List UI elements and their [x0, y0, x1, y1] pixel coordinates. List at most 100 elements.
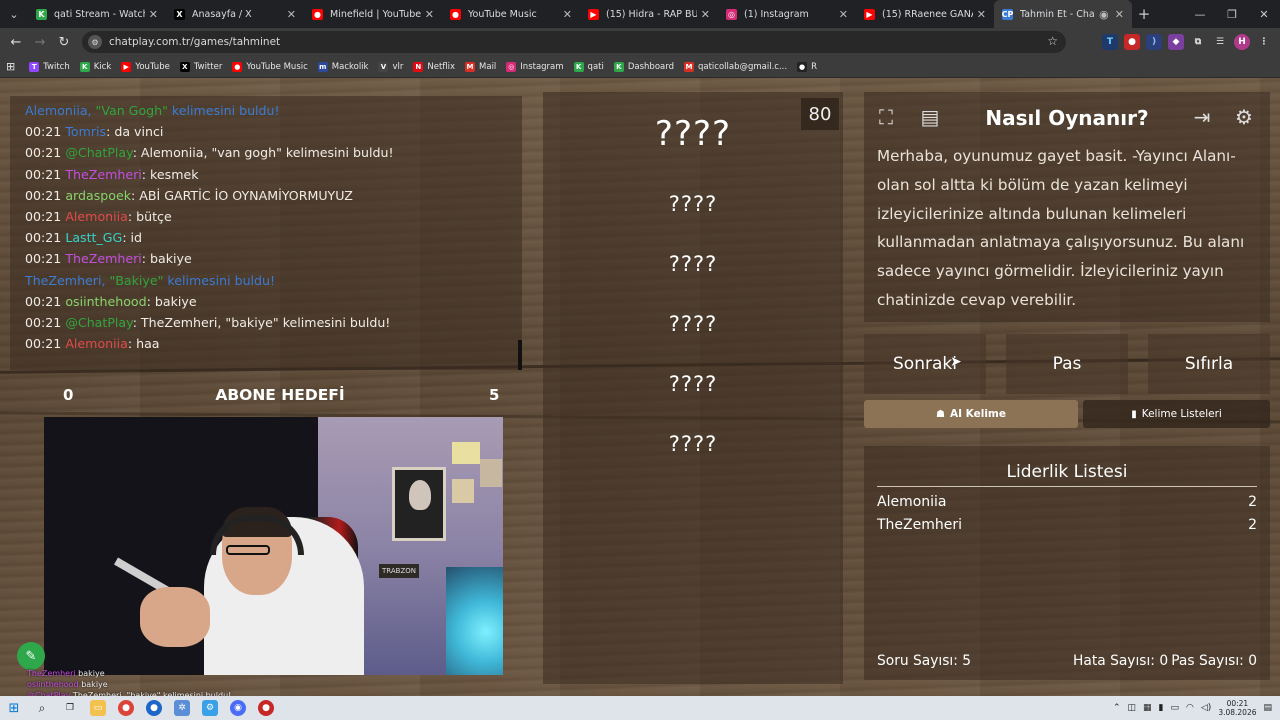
chat-username[interactable]: Tomris — [65, 124, 106, 139]
browser-menu-icon[interactable]: ⋮ — [1256, 34, 1272, 50]
tab-search-icon[interactable]: ⌄ — [0, 0, 28, 28]
app-blue-icon[interactable]: ● — [146, 700, 162, 716]
system-message-word: "Van Gogh" — [95, 103, 168, 118]
pen-icon[interactable]: ✎ — [17, 642, 45, 670]
tab-close-icon[interactable]: ✕ — [701, 8, 710, 21]
leaderboard-row: Alemoniia 2 — [877, 494, 1257, 510]
chat-username[interactable]: @ChatPlay — [65, 315, 132, 330]
restore-icon[interactable]: ❐ — [1216, 0, 1248, 28]
purple-extension-icon[interactable]: ◆ — [1168, 34, 1184, 50]
reset-button[interactable]: Sıfırla — [1148, 334, 1270, 394]
tray-network-icon[interactable]: ▦ — [1143, 703, 1152, 713]
browser-tab[interactable]: Kqati Stream - Watch Live ✕ — [28, 0, 166, 28]
profile-avatar[interactable]: H — [1234, 34, 1250, 50]
media-icon[interactable]: ◉ — [1099, 8, 1109, 21]
tab-close-icon[interactable]: ✕ — [977, 8, 986, 21]
bookmark-item[interactable]: N Netflix — [413, 61, 455, 72]
settings-gear-icon[interactable]: ⚙ — [1228, 102, 1260, 132]
apps-grid-icon[interactable]: ⊞ — [6, 60, 15, 73]
chat-username[interactable]: TheZemheri — [65, 251, 141, 266]
browser-tab[interactable]: ● Minefield | YouTube M ✕ — [304, 0, 442, 28]
bookmark-item[interactable]: ● R — [797, 61, 817, 72]
wave-extension-icon[interactable]: ) — [1146, 34, 1162, 50]
bookmark-item[interactable]: K Dashboard — [613, 61, 674, 72]
battery-icon[interactable]: ▭ — [1171, 703, 1180, 713]
chat-username[interactable]: TheZemheri — [65, 167, 141, 182]
leaderboard-name: TheZemheri — [877, 517, 963, 533]
chat-scrollbar[interactable] — [518, 340, 522, 370]
bookmark-item[interactable]: ▶ YouTube — [121, 61, 170, 72]
bookmark-item[interactable]: Mqaticollab@gmail.c... — [683, 61, 788, 72]
browser-tab[interactable]: ● YouTube Music ✕ — [442, 0, 580, 28]
back-icon[interactable]: ← — [4, 28, 28, 56]
windows-start-icon[interactable]: ⊞ — [6, 700, 22, 716]
tab-close-icon[interactable]: ✕ — [287, 8, 296, 21]
search-icon[interactable]: ⌕ — [34, 700, 50, 716]
tray-chevron-icon[interactable]: ⌃ — [1113, 703, 1121, 713]
bookmark-item[interactable]: Vvlr — [378, 61, 403, 72]
task-view-icon[interactable]: ❐ — [62, 700, 78, 716]
bookmark-label: qaticollab@gmail.c... — [697, 61, 788, 72]
bookmark-item[interactable]: T Twitch — [29, 61, 70, 72]
volume-icon[interactable]: ◁) — [1201, 703, 1211, 713]
tab-close-icon[interactable]: ✕ — [149, 8, 158, 21]
translate-extension-icon[interactable]: T — [1102, 34, 1118, 50]
bookmark-item[interactable]: m Mackolik — [317, 61, 368, 72]
bookmark-favicon-icon: ◎ — [506, 61, 517, 72]
app-gear-icon[interactable]: ⚙ — [202, 700, 218, 716]
bookmark-item[interactable]: Kqati — [573, 61, 604, 72]
bookmark-item[interactable]: ◎ Instagram — [506, 61, 564, 72]
address-bar[interactable]: ⚙ chatplay.com.tr/games/tahminet ☆ — [82, 31, 1066, 53]
reading-list-icon[interactable]: ☰ — [1212, 34, 1228, 50]
chat-username[interactable]: ardaspoek — [65, 188, 131, 203]
ai-word-button[interactable]: ☗ AI Kelime — [864, 400, 1078, 428]
chat-text: : haa — [127, 336, 160, 352]
system-message-text: kelimesini buldu! — [163, 272, 276, 288]
bookmark-item[interactable]: X Twitter — [179, 61, 222, 72]
chat-username[interactable]: osiinthehood — [65, 294, 146, 309]
chrome-icon[interactable]: ● — [118, 700, 134, 716]
notifications-icon[interactable]: ▤ — [1263, 703, 1272, 713]
bookmark-item[interactable]: K Kick — [79, 61, 111, 72]
forward-icon[interactable]: → — [28, 28, 52, 56]
tray-app-icon[interactable]: ◫ — [1128, 703, 1137, 713]
tab-close-icon[interactable]: ✕ — [563, 8, 572, 21]
tab-close-icon[interactable]: ✕ — [1115, 8, 1124, 21]
chat-username[interactable]: @ChatPlay — [65, 145, 132, 160]
browser-tab[interactable]: CP Tahmin Et - ChatPlay ◉ ✕ — [994, 0, 1132, 28]
bookmark-item[interactable]: ● YouTube Music — [232, 61, 308, 72]
browser-tab[interactable]: ▶ (15) Hidra - RAP BU BEYL ✕ — [580, 0, 718, 28]
tab-close-icon[interactable]: ✕ — [839, 8, 848, 21]
tab-close-icon[interactable]: ✕ — [425, 8, 434, 21]
extensions-puzzle-icon[interactable]: ⧉ — [1190, 34, 1206, 50]
chat-username[interactable]: Lastt_GG — [65, 230, 122, 245]
site-info-icon[interactable]: ⚙ — [88, 35, 102, 49]
app-network-icon[interactable]: ✲ — [174, 700, 190, 716]
close-window-icon[interactable]: ✕ — [1248, 0, 1280, 28]
leaderboard-divider — [877, 486, 1257, 487]
chat-username[interactable]: Alemoniia — [65, 336, 128, 351]
wifi-icon[interactable]: ◠ — [1186, 703, 1194, 713]
chat-username[interactable]: Alemoniia — [65, 209, 128, 224]
reload-icon[interactable]: ↻ — [52, 28, 76, 56]
app-red-icon[interactable]: ● — [258, 700, 274, 716]
microphone-icon[interactable]: ▮ — [1159, 703, 1164, 713]
browser-tab[interactable]: ▶ (15) RRaenee GANALİNİ ✕ — [856, 0, 994, 28]
pass-button[interactable]: Pas — [1006, 334, 1128, 394]
bookmark-star-icon[interactable]: ☆ — [1047, 34, 1058, 48]
browser-tab[interactable]: ◎ (1) Instagram ✕ — [718, 0, 856, 28]
record-extension-icon[interactable]: ● — [1124, 34, 1140, 50]
app-discord-icon[interactable]: ◉ — [230, 700, 246, 716]
bookmark-favicon-icon: N — [413, 61, 424, 72]
logout-icon[interactable]: ⇥ — [1186, 102, 1218, 132]
word-lists-button[interactable]: ▮ Kelime Listeleri — [1083, 400, 1270, 428]
browser-tab[interactable]: X Anasayfa / X ✕ — [166, 0, 304, 28]
bookmark-favicon-icon: ● — [797, 61, 808, 72]
minimize-icon[interactable]: — — [1184, 0, 1216, 28]
next-button[interactable]: Sonraki — [864, 334, 986, 394]
file-explorer-icon[interactable]: ▭ — [90, 700, 106, 716]
new-tab-button[interactable]: + — [1132, 0, 1156, 28]
system-clock[interactable]: 00:21 3.08.2026 — [1218, 699, 1256, 717]
bookmark-item[interactable]: M Mail — [465, 61, 496, 72]
goal-title: ABONE HEDEFİ — [215, 386, 345, 404]
